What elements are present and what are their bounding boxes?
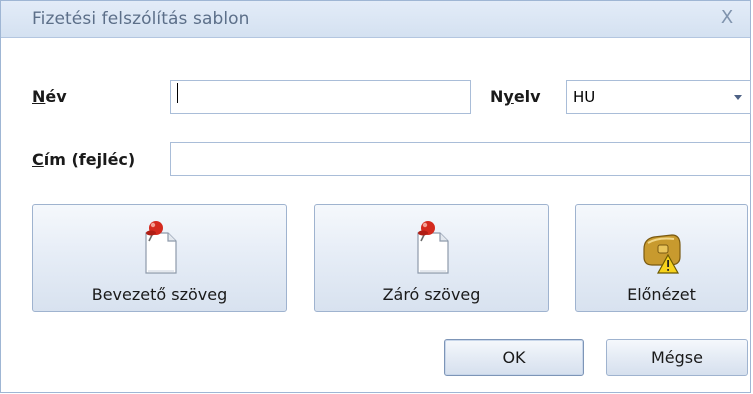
window-title: Fizetési felszólítás sablon xyxy=(32,9,250,29)
pinned-document-icon xyxy=(416,221,449,274)
intro-text-button-label: Bevezető szöveg xyxy=(91,285,228,304)
language-label: Nyelv xyxy=(490,87,541,106)
preview-warning-icon xyxy=(642,234,681,274)
name-input[interactable] xyxy=(170,80,471,114)
preview-button-label: Előnézet xyxy=(627,285,696,304)
closing-text-button-label: Záró szöveg xyxy=(382,285,481,304)
pinned-document-icon xyxy=(144,221,177,274)
language-select-value: HU xyxy=(573,88,596,106)
name-label: Név xyxy=(32,87,67,106)
preview-button[interactable]: Előnézet xyxy=(575,204,748,312)
title-label: Cím (fejléc) xyxy=(32,150,136,169)
dialog-window: Fizetési felszólítás sablon X Név Nyelv … xyxy=(0,0,751,393)
intro-text-button[interactable]: Bevezető szöveg xyxy=(32,204,287,312)
header-title-input[interactable] xyxy=(170,142,751,176)
closing-text-button[interactable]: Záró szöveg xyxy=(314,204,549,312)
ok-button[interactable]: OK xyxy=(444,339,584,376)
close-icon[interactable]: X xyxy=(716,7,738,29)
title-bar: Fizetési felszólítás sablon X xyxy=(1,1,750,38)
language-select[interactable]: HU xyxy=(566,80,751,114)
text-caret xyxy=(177,83,178,103)
cancel-button[interactable]: Mégse xyxy=(606,339,748,376)
chevron-down-icon[interactable] xyxy=(734,95,742,100)
